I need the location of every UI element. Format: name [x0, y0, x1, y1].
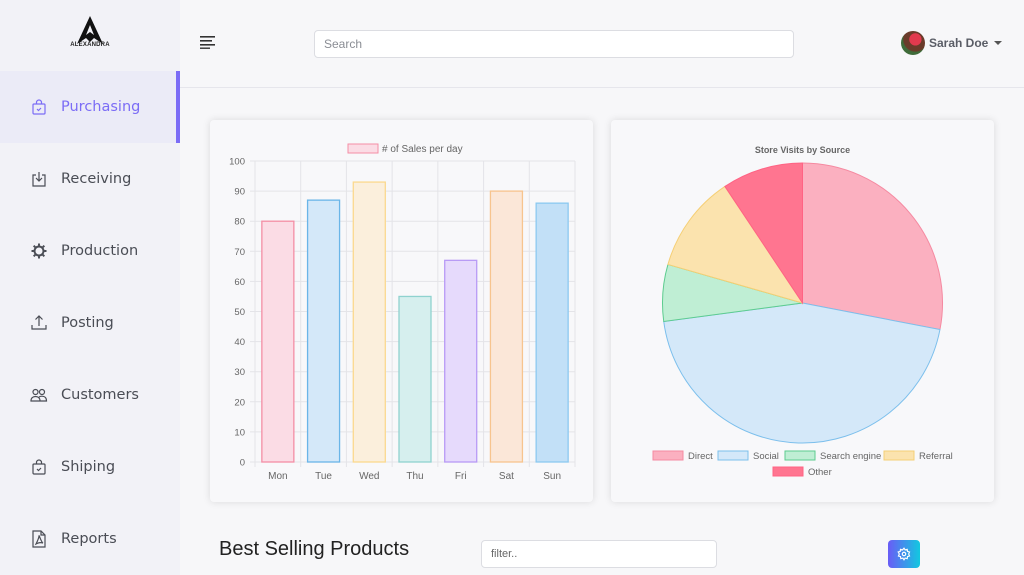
x-tick-label: Sun	[543, 471, 561, 482]
best-selling-products-title: Best Selling Products	[219, 538, 410, 560]
legend-label: Social	[753, 451, 779, 462]
y-tick-label: 70	[234, 247, 245, 258]
legend-label: # of Sales per day	[382, 144, 463, 155]
legend-label: Referral	[919, 451, 953, 462]
sidebar-item-posting[interactable]: Posting	[0, 287, 180, 359]
pie-slice-direct[interactable]	[802, 162, 943, 331]
sidebar-item-label: Posting	[61, 315, 114, 331]
sidebar-item-shiping[interactable]: Shiping	[0, 431, 180, 503]
legend-item[interactable]: Direct	[652, 450, 713, 462]
legend-swatch	[347, 143, 379, 154]
store-visits-card: Store Visits by Source Direct Social Search…	[611, 120, 994, 502]
bar-sun[interactable]	[535, 202, 569, 463]
bar-tue[interactable]	[306, 199, 341, 463]
bar-mon[interactable]	[261, 220, 295, 463]
settings-button[interactable]	[888, 540, 920, 568]
x-tick-label: Tue	[315, 471, 332, 482]
gear-icon	[30, 242, 48, 260]
x-tick-label: Thu	[406, 471, 423, 482]
legend-swatch	[784, 450, 816, 461]
y-tick-label: 60	[234, 277, 245, 288]
filter-input[interactable]	[481, 540, 717, 568]
download-tray-icon	[30, 170, 48, 188]
legend-swatch	[717, 450, 749, 461]
x-tick-label: Fri	[455, 471, 467, 482]
chart-title: Store Visits by Source	[755, 145, 850, 155]
shopping-bag-check-icon	[30, 458, 48, 476]
legend-swatch	[652, 450, 684, 461]
sales-per-day-card: # of Sales per day 0 10 20 30 40 50 60 70 80 90 100…	[210, 120, 593, 502]
user-name: Sarah Doe	[929, 36, 989, 50]
search-input[interactable]	[314, 30, 794, 58]
bar-fri[interactable]	[444, 259, 478, 463]
sales-bar-chart: # of Sales per day 0 10 20 30 40 50 60 70 80 90 100…	[229, 143, 576, 482]
chevron-down-icon	[994, 41, 1003, 45]
x-tick-label: Sat	[499, 471, 514, 482]
bar-sat[interactable]	[489, 190, 524, 463]
pie-slice-social[interactable]	[663, 302, 941, 444]
store-visits-pie-chart: Store Visits by Source Direct Social Search…	[652, 145, 953, 478]
sidebar-item-label: Production	[61, 243, 139, 259]
legend-item[interactable]: Referral	[883, 450, 953, 462]
hamburger-icon[interactable]	[200, 35, 216, 49]
pdf-file-icon	[30, 530, 48, 548]
y-tick-label: 10	[234, 427, 245, 438]
y-tick-label: 50	[234, 307, 245, 318]
y-tick-label: 40	[234, 337, 245, 348]
sidebar-item-customers[interactable]: Customers	[0, 359, 180, 431]
top-bar: Sarah Doe	[180, 0, 1024, 88]
legend-item[interactable]: Search engine	[784, 450, 881, 462]
sidebar-item-production[interactable]: Production	[0, 215, 180, 287]
x-tick-label: Mon	[268, 471, 287, 482]
legend-item[interactable]: Social	[717, 450, 779, 462]
bar-thu[interactable]	[398, 295, 432, 463]
sidebar-item-label: Receiving	[61, 171, 132, 187]
y-tick-label: 20	[234, 397, 245, 408]
sidebar: ALEXANDRA Purchasing Receiving Production P…	[0, 0, 180, 575]
sidebar-item-label: Reports	[61, 531, 117, 547]
y-tick-label: 100	[229, 157, 245, 168]
y-tick-label: 90	[234, 187, 245, 198]
upload-icon	[30, 314, 48, 332]
y-tick-label: 80	[234, 217, 245, 228]
legend-swatch	[772, 466, 804, 477]
sidebar-item-reports[interactable]: Reports	[0, 503, 180, 575]
legend-label: Direct	[688, 451, 713, 462]
brand-name: ALEXANDRA	[70, 42, 110, 48]
brand-logo[interactable]: ALEXANDRA	[70, 16, 110, 56]
sidebar-item-label: Shiping	[61, 459, 116, 475]
sidebar-item-label: Purchasing	[61, 99, 141, 115]
legend-label: Other	[808, 467, 832, 478]
y-tick-label: 0	[240, 458, 245, 469]
users-icon	[30, 386, 48, 404]
legend-swatch	[883, 450, 915, 461]
logo-icon	[77, 16, 103, 44]
user-menu[interactable]: Sarah Doe	[901, 31, 1003, 55]
legend-label: Search engine	[820, 451, 881, 462]
shopping-bag-check-icon	[30, 98, 48, 116]
legend-item[interactable]: Other	[772, 466, 832, 478]
legend-item[interactable]: # of Sales per day	[347, 143, 463, 155]
sidebar-item-purchasing[interactable]: Purchasing	[0, 71, 180, 143]
avatar	[901, 31, 925, 55]
gear-icon	[897, 547, 911, 561]
sidebar-item-label: Customers	[61, 387, 139, 403]
y-tick-label: 30	[234, 367, 245, 378]
bar-wed[interactable]	[352, 181, 386, 463]
sidebar-item-receiving[interactable]: Receiving	[0, 143, 180, 215]
x-tick-label: Wed	[359, 471, 379, 482]
